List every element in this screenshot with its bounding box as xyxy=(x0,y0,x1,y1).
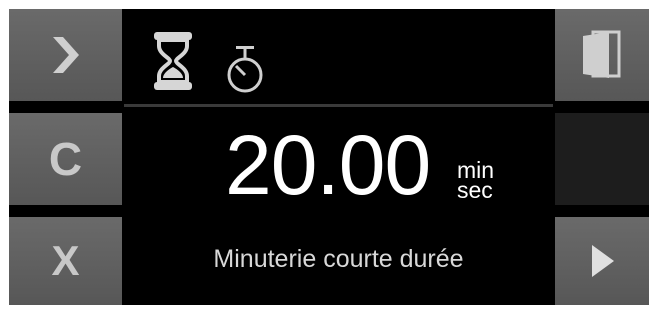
header-divider xyxy=(124,104,553,107)
door-button[interactable] xyxy=(555,9,649,101)
next-button[interactable] xyxy=(9,9,122,101)
clear-button[interactable]: C xyxy=(9,113,122,205)
hourglass-icon[interactable] xyxy=(152,30,194,92)
close-button[interactable]: X xyxy=(9,217,122,305)
start-button[interactable] xyxy=(555,217,649,305)
close-icon: X xyxy=(51,237,80,284)
unit-seconds: sec xyxy=(457,177,493,203)
door-icon xyxy=(583,30,621,78)
time-value[interactable]: 20.00 xyxy=(225,122,431,208)
empty-slot xyxy=(555,113,649,205)
chevron-right-icon xyxy=(52,37,79,73)
stopwatch-icon[interactable] xyxy=(224,44,266,94)
clear-icon: C xyxy=(48,133,83,185)
time-unit: min sec xyxy=(457,159,494,203)
play-icon xyxy=(592,245,614,277)
program-name: Minuterie courte durée xyxy=(213,245,464,273)
